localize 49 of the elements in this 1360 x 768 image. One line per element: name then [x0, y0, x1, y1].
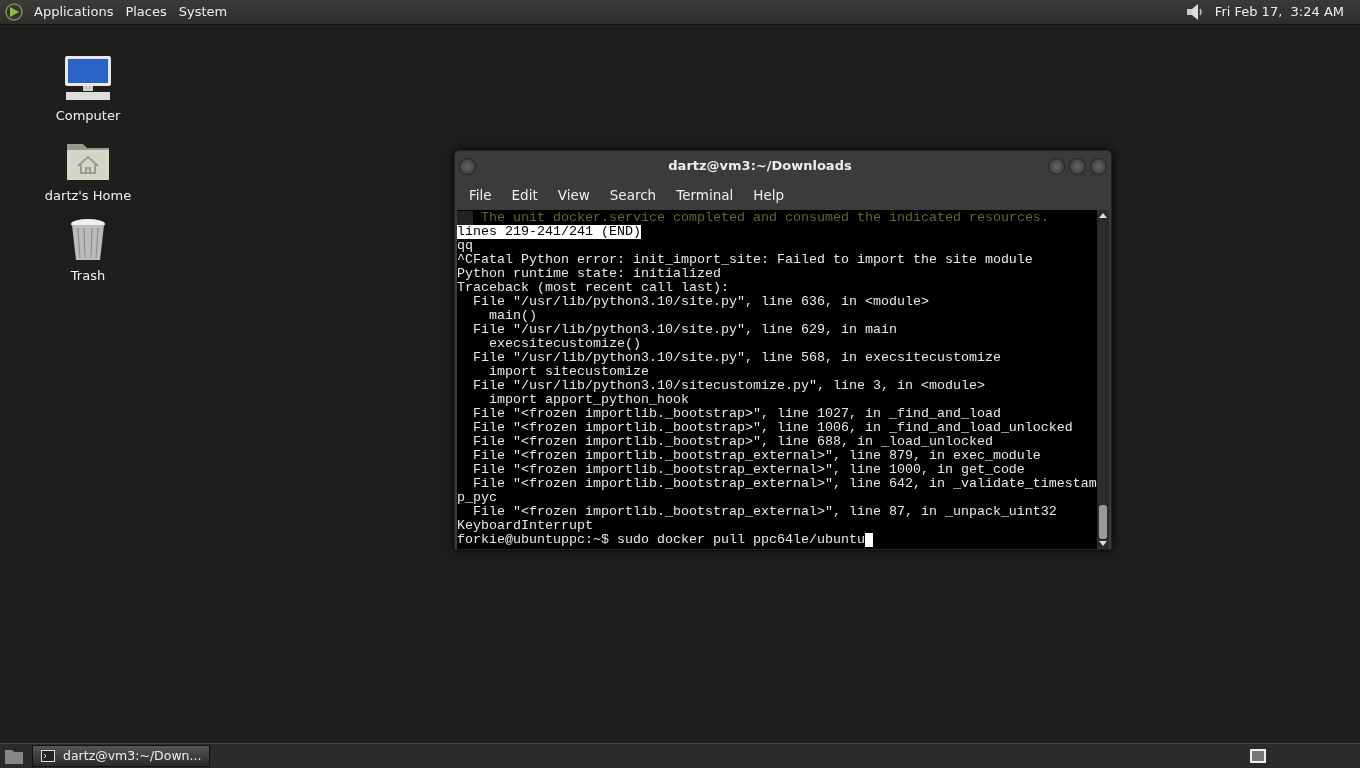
- taskbar-button[interactable]: dartz@vm3:~/Down...: [32, 745, 211, 767]
- desktop-icon-label[interactable]: Trash: [70, 265, 106, 285]
- window-title: dartz@vm3:~/Downloads: [667, 157, 853, 176]
- workspace-switcher[interactable]: [1250, 749, 1266, 763]
- terminal-line: The unit docker.service completed and consumed the indicated resources.: [481, 211, 1049, 225]
- scrollbar-thumb[interactable]: [1099, 505, 1107, 539]
- desktop-icon-label[interactable]: dartz's Home: [44, 185, 132, 205]
- terminal-line: ^CFatal Python error: init_import_site: Failed to import the site module: [457, 253, 1033, 267]
- menu-item[interactable]: Search: [599, 185, 667, 206]
- terminal-line: File "<frozen importlib._bootstrap>", line 1027, in _find_and_load: [472, 407, 1001, 421]
- menu-item[interactable]: File: [459, 185, 502, 206]
- close-button[interactable]: [1090, 157, 1107, 175]
- clock[interactable]: Fri Feb 17, 3:24 AM: [1214, 2, 1344, 22]
- terminal-line: import sitecustomize: [488, 365, 649, 379]
- menu-item[interactable]: View: [547, 185, 600, 206]
- panel-menu[interactable]: Applications: [28, 2, 120, 22]
- menu-item[interactable]: Terminal: [666, 185, 744, 206]
- terminal-line: File "<frozen importlib._bootstrap_external>", line 879, in exec_module: [472, 449, 1041, 463]
- terminal-line: File "<frozen importlib._bootstrap>", line 1006, in _find_and_load_unlocked: [472, 421, 1073, 435]
- terminal-line: File "/usr/lib/python3.10/sitecustomize.py", line 3, in <module>: [472, 379, 985, 393]
- terminal-line: import apport_python_hook: [488, 393, 689, 407]
- minimize-button[interactable]: [1048, 157, 1065, 175]
- terminal-prompt: forkie@ubuntuppc:~$ sudo docker pull ppc64le/ubuntu: [457, 533, 865, 547]
- terminal-line: Python runtime state: initialized: [457, 267, 721, 281]
- terminal-line: p_pyc: [457, 491, 497, 505]
- menu-logo-icon[interactable]: [4, 1, 24, 23]
- terminal-line: execsitecustomize(): [488, 337, 641, 351]
- menu-item[interactable]: Help: [743, 185, 795, 206]
- terminal-line: File "<frozen importlib._bootstrap>", line 688, in _load_unlocked: [472, 435, 993, 449]
- terminal-line: qq: [457, 239, 473, 253]
- menu-item[interactable]: Edit: [501, 185, 548, 206]
- terminal-line: File "/usr/lib/python3.10/site.py", line 636, in <module>: [472, 295, 929, 309]
- terminal-line: File "/usr/lib/python3.10/site.py", line 568, in execsitecustomize: [472, 351, 1001, 365]
- maximize-button[interactable]: [1069, 157, 1086, 175]
- desktop-icon-label[interactable]: Computer: [55, 105, 121, 125]
- terminal-line: File "<frozen importlib._bootstrap_external>", line 87, in _unpack_uint32: [472, 505, 1057, 519]
- computer-icon[interactable]: [63, 53, 113, 102]
- show-desktop-icon[interactable]: [4, 747, 24, 765]
- terminal-line: KeyboardInterrupt: [457, 519, 593, 533]
- terminal-line: File "<frozen importlib._bootstrap_external>", line 642, in _validate_timestam: [472, 477, 1097, 491]
- panel-menu[interactable]: Places: [119, 2, 173, 22]
- window-menu-button[interactable]: [459, 157, 476, 175]
- terminal-icon: [41, 750, 55, 762]
- panel-menu[interactable]: System: [172, 2, 234, 22]
- terminal-line: File "<frozen importlib._bootstrap_external>", line 1000, in get_code: [472, 463, 1025, 477]
- terminal-line: File "/usr/lib/python3.10/site.py", line 629, in main: [472, 323, 897, 337]
- terminal-line: main(): [488, 309, 537, 323]
- terminal-line: Traceback (most recent call last):: [457, 281, 729, 295]
- cursor: [864, 533, 873, 547]
